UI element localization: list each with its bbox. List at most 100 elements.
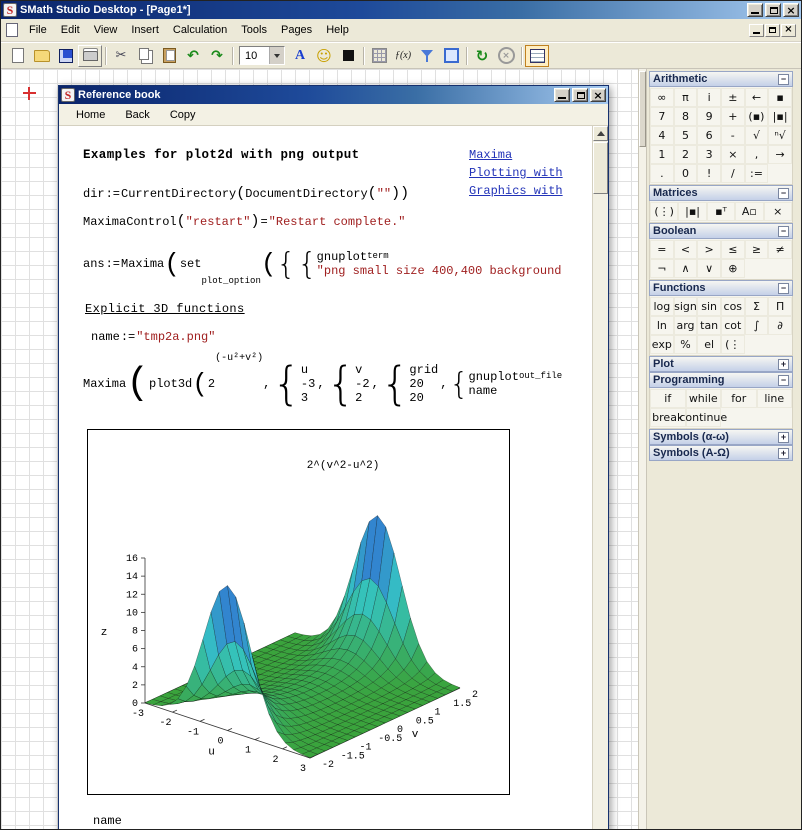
palette-ln-button[interactable]: ln (650, 316, 674, 335)
link-maxima[interactable]: Maxima (469, 146, 563, 164)
palette-digit-7-button[interactable]: 7 (650, 107, 674, 126)
palette-percent-button[interactable]: % (674, 335, 698, 354)
insert-image-button[interactable] (312, 45, 336, 67)
section-header-boolean[interactable]: Boolean− (649, 223, 793, 239)
close-button[interactable]: × (783, 3, 799, 17)
restore-button[interactable] (765, 3, 781, 17)
refbook-maximize-button[interactable] (572, 88, 588, 102)
palette-digit-3-button[interactable]: 3 (697, 145, 721, 164)
scroll-thumb[interactable] (593, 142, 608, 194)
insert-function-button[interactable] (391, 45, 415, 67)
palette-algebraic-complement-button[interactable]: A▫ (735, 202, 763, 221)
reference-book-button[interactable] (525, 45, 549, 67)
palette-digit-4-button[interactable]: 4 (650, 126, 674, 145)
section-header-arithmetic[interactable]: Arithmetic− (649, 71, 793, 87)
palette-or-button[interactable]: ∨ (697, 259, 721, 278)
expand-icon[interactable]: + (778, 359, 789, 370)
refbook-scrollbar[interactable] (592, 126, 608, 830)
palette-continue-button[interactable]: continue (686, 408, 722, 427)
palette-sign-button[interactable]: sign (674, 297, 698, 316)
expression-name[interactable]: name:="tmp2a.png" (91, 330, 215, 344)
expand-icon[interactable]: + (778, 448, 789, 459)
refbook-title-bar[interactable]: S Reference book × (59, 86, 608, 104)
palette-comma-button[interactable]: , (745, 145, 769, 164)
palette-infinity-button[interactable]: ∞ (650, 88, 674, 107)
mdi-minimize-button[interactable] (749, 24, 764, 37)
app-icon[interactable]: S (3, 3, 17, 17)
palette-arg-button[interactable]: arg (674, 316, 698, 335)
menu-edit[interactable]: Edit (54, 21, 87, 39)
expression-maximacontrol[interactable]: MaximaControl("restart")="Restart comple… (83, 214, 406, 229)
undo-button[interactable] (181, 45, 205, 67)
expression-ans[interactable]: ans:=Maxima(setplot_option({{gnuplotterm… (83, 241, 564, 287)
menu-file[interactable]: File (22, 21, 54, 39)
refbook-close-button[interactable]: × (590, 88, 606, 102)
refbook-menu-back[interactable]: Back (116, 107, 158, 123)
worksheet-scrollbar[interactable] (638, 69, 647, 829)
refbook-menu-copy[interactable]: Copy (161, 107, 205, 123)
palette-sin-button[interactable]: sin (697, 297, 721, 316)
section-header-symbols-α-ω[interactable]: Symbols (Α-Ω)+ (649, 445, 793, 461)
palette-digit-1-button[interactable]: 1 (650, 145, 674, 164)
palette-cos-button[interactable]: cos (721, 297, 745, 316)
menu-help[interactable]: Help (319, 21, 356, 39)
palette-xor-button[interactable]: ⊕ (721, 259, 745, 278)
palette-definition-button[interactable]: := (745, 164, 769, 183)
section-header-plot[interactable]: Plot+ (649, 356, 793, 372)
palette-digit-9-button[interactable]: 9 (697, 107, 721, 126)
collapse-icon[interactable]: − (778, 74, 789, 85)
refbook-menu-home[interactable]: Home (67, 107, 114, 123)
collapse-icon[interactable]: − (778, 375, 789, 386)
recalculate-button[interactable] (470, 45, 494, 67)
palette-and-button[interactable]: ∧ (674, 259, 698, 278)
palette-imaginary-unit-button[interactable]: i (697, 88, 721, 107)
save-button[interactable] (54, 45, 78, 67)
palette-digit-0-button[interactable]: 0 (674, 164, 698, 183)
palette-less-than-button[interactable]: < (674, 240, 698, 259)
palette-minus-button[interactable]: - (721, 126, 745, 145)
palette-decimal-point-button[interactable]: . (650, 164, 674, 183)
palette-greater-than-button[interactable]: > (697, 240, 721, 259)
palette-for-button[interactable]: for (721, 389, 757, 408)
font-color-button[interactable] (288, 45, 312, 67)
palette-not-equal-button[interactable]: ≠ (768, 240, 792, 259)
palette-parentheses-button[interactable]: (▪) (745, 107, 769, 126)
palette-element-button[interactable]: el (697, 335, 721, 354)
palette-divide-button[interactable]: / (721, 164, 745, 183)
palette-not-button[interactable]: ¬ (650, 259, 674, 278)
palette-pi-button[interactable]: π (674, 88, 698, 107)
redo-button[interactable] (205, 45, 229, 67)
palette-transpose-button[interactable]: ▪ᵀ (707, 202, 735, 221)
section-header-symbols-α-ω[interactable]: Symbols (α-ω)+ (649, 429, 793, 445)
expression-dir[interactable]: dir:=CurrentDirectory(DocumentDirectory(… (83, 186, 409, 201)
scroll-up-button[interactable] (593, 126, 608, 141)
insert-matrix-button[interactable] (367, 45, 391, 67)
text-region-button[interactable] (336, 45, 360, 67)
collapse-icon[interactable]: − (778, 283, 789, 294)
title-bar[interactable]: S SMath Studio Desktop - [Page1*] × (1, 1, 801, 19)
palette-factorial-button[interactable]: ! (697, 164, 721, 183)
palette-cross-product-button[interactable]: × (764, 202, 792, 221)
link-plotting-with[interactable]: Plotting with (469, 164, 563, 182)
collapse-icon[interactable]: − (778, 226, 789, 237)
palette-while-button[interactable]: while (686, 389, 722, 408)
palette-derivative-button[interactable]: ∂ (768, 316, 792, 335)
palette-left-arrow-button[interactable]: ← (745, 88, 769, 107)
open-button[interactable] (30, 45, 54, 67)
palette-if-button[interactable]: if (650, 389, 686, 408)
paste-button[interactable] (157, 45, 181, 67)
scroll-thumb[interactable] (639, 71, 646, 147)
copy-button[interactable] (133, 45, 157, 67)
cut-button[interactable] (109, 45, 133, 67)
palette-right-arrow-button[interactable]: → (768, 145, 792, 164)
mdi-close-button[interactable]: × (781, 24, 796, 37)
palette-plus-minus-button[interactable]: ± (721, 88, 745, 107)
section-header-functions[interactable]: Functions− (649, 280, 793, 296)
palette-digit-2-button[interactable]: 2 (674, 145, 698, 164)
section-header-programming[interactable]: Programming− (649, 372, 793, 388)
insert-plot-button[interactable] (439, 45, 463, 67)
interrupt-button[interactable] (494, 45, 518, 67)
palette-multiply-button[interactable]: × (721, 145, 745, 164)
expand-icon[interactable]: + (778, 432, 789, 443)
palette-digit-6-button[interactable]: 6 (697, 126, 721, 145)
